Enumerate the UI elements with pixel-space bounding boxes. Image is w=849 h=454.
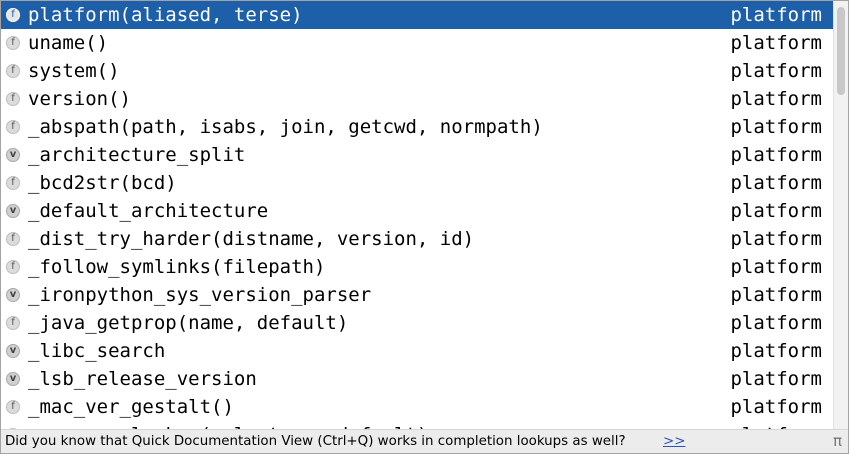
completion-item-name: _abspath(path, isabs, join, getcwd, norm… bbox=[28, 116, 543, 138]
completion-item[interactable]: v _libc_search platform bbox=[1, 337, 833, 365]
variable-icon: v bbox=[6, 372, 20, 386]
completion-item[interactable]: f system() platform bbox=[1, 57, 833, 85]
completion-item[interactable]: f uname() platform bbox=[1, 29, 833, 57]
completion-item[interactable]: f version() platform bbox=[1, 85, 833, 113]
completion-item-name: version() bbox=[28, 88, 131, 110]
variable-icon: v bbox=[6, 204, 20, 218]
function-icon: f bbox=[6, 400, 20, 414]
function-icon: f bbox=[6, 316, 20, 330]
completion-item-name: system() bbox=[28, 60, 120, 82]
scrollbar-thumb[interactable] bbox=[837, 7, 845, 95]
completion-item-source: platform bbox=[730, 228, 822, 250]
completion-item[interactable]: v _architecture_split platform bbox=[1, 141, 833, 169]
completion-item-name: _mac_ver_lookup(selectors, default) bbox=[28, 421, 428, 429]
completion-item-source: platform bbox=[730, 172, 822, 194]
variable-icon: v bbox=[6, 288, 20, 302]
scrollbar[interactable] bbox=[833, 1, 848, 429]
completion-item-source: platform bbox=[730, 421, 822, 429]
variable-icon: v bbox=[6, 148, 20, 162]
function-icon: f bbox=[6, 120, 20, 134]
completion-item-source: platform bbox=[730, 88, 822, 110]
function-icon: f bbox=[6, 260, 20, 274]
completion-item[interactable]: f _mac_ver_gestalt() platform bbox=[1, 393, 833, 421]
pi-icon[interactable]: π bbox=[833, 430, 842, 453]
function-icon: f bbox=[6, 92, 20, 106]
completion-item[interactable]: f _abspath(path, isabs, join, getcwd, nor… bbox=[1, 113, 833, 141]
completion-item-source: platform bbox=[730, 340, 822, 362]
more-tips-link[interactable]: >> bbox=[663, 430, 685, 453]
completion-item-source: platform bbox=[730, 256, 822, 278]
completion-item[interactable]: f _dist_try_harder(distname, version, id)… bbox=[1, 225, 833, 253]
completion-item-name: _dist_try_harder(distname, version, id) bbox=[28, 228, 475, 250]
completion-item-source: platform bbox=[730, 200, 822, 222]
tip-text: Did you know that Quick Documentation Vi… bbox=[5, 434, 626, 449]
function-icon: f bbox=[6, 232, 20, 246]
function-icon: f bbox=[6, 64, 20, 78]
completion-item-source: platform bbox=[730, 144, 822, 166]
completion-item-source: platform bbox=[730, 32, 822, 54]
completion-item-source: platform bbox=[730, 284, 822, 306]
function-icon: f bbox=[6, 176, 20, 190]
completion-item-name: _bcd2str(bcd) bbox=[28, 172, 177, 194]
completion-item-source: platform bbox=[730, 4, 822, 26]
completion-item-name: _default_architecture bbox=[28, 200, 269, 222]
function-icon: f bbox=[6, 36, 20, 50]
completion-item-name: _ironpython_sys_version_parser bbox=[28, 284, 372, 306]
completion-item-source: platform bbox=[730, 116, 822, 138]
completion-item-source: platform bbox=[730, 312, 822, 334]
completion-item-name: _lsb_release_version bbox=[28, 368, 257, 390]
completion-item[interactable]: f_mac_ver_lookup(selectors, default)plat… bbox=[1, 421, 833, 429]
completion-item-name: _libc_search bbox=[28, 340, 166, 362]
completion-footer: Did you know that Quick Documentation Vi… bbox=[1, 429, 848, 453]
completion-item-source: platform bbox=[730, 60, 822, 82]
completion-item-name: platform(aliased, terse) bbox=[28, 4, 303, 26]
completion-item[interactable]: f _bcd2str(bcd) platform bbox=[1, 169, 833, 197]
completion-item-name: _mac_ver_gestalt() bbox=[28, 396, 234, 418]
completion-item-source: platform bbox=[730, 368, 822, 390]
function-icon: f bbox=[6, 8, 20, 22]
completion-popup: f platform(aliased, terse) platform f uname(… bbox=[0, 0, 849, 454]
completion-item-name: _follow_symlinks(filepath) bbox=[28, 256, 326, 278]
completion-item-name: _architecture_split bbox=[28, 144, 246, 166]
completion-item[interactable]: v _lsb_release_version platform bbox=[1, 365, 833, 393]
completion-item-source: platform bbox=[730, 396, 822, 418]
completion-item-name: _java_getprop(name, default) bbox=[28, 312, 349, 334]
completion-list: f platform(aliased, terse) platform f uname(… bbox=[1, 1, 833, 429]
variable-icon: v bbox=[6, 344, 20, 358]
completion-item[interactable]: v _default_architecture platform bbox=[1, 197, 833, 225]
completion-item-name: uname() bbox=[28, 32, 109, 54]
completion-item[interactable]: f _java_getprop(name, default) platform bbox=[1, 309, 833, 337]
completion-item[interactable]: f _follow_symlinks(filepath) platform bbox=[1, 253, 833, 281]
completion-item[interactable]: f platform(aliased, terse) platform bbox=[1, 1, 833, 29]
completion-item[interactable]: v _ironpython_sys_version_parser platform bbox=[1, 281, 833, 309]
